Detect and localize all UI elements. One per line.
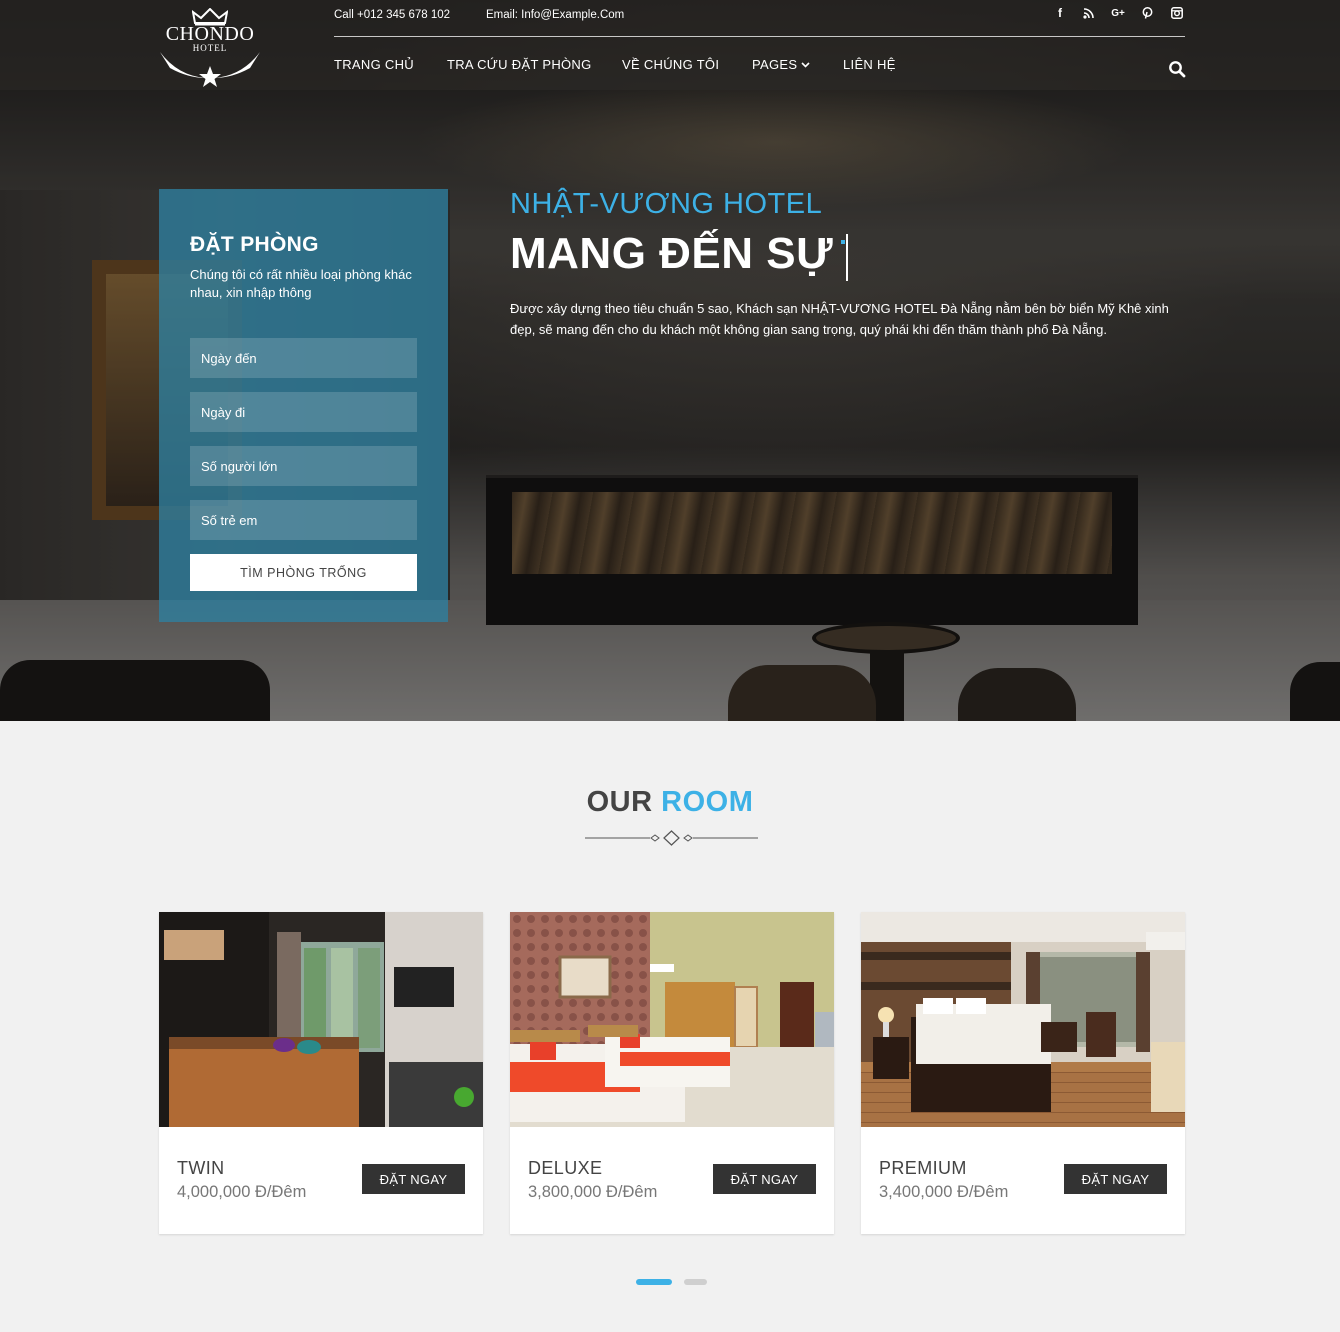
find-room-button[interactable]: TÌM PHÒNG TRỐNG xyxy=(190,554,417,591)
room-card-premium[interactable]: PREMIUM 3,400,000 Đ/Đêm ĐẶT NGAY xyxy=(861,912,1185,1234)
hotel-logo[interactable]: CHONDO HOTEL xyxy=(158,8,262,87)
room-photo-premium[interactable] xyxy=(861,912,1185,1127)
pinterest-icon[interactable] xyxy=(1139,5,1155,21)
google-plus-icon[interactable]: G+ xyxy=(1110,5,1126,21)
instagram-icon[interactable] xyxy=(1169,5,1185,21)
hero-description: Được xây dựng theo tiêu chuẩn 5 sao, Khá… xyxy=(510,301,1169,337)
room-name: PREMIUM xyxy=(879,1158,967,1178)
departure-date-field[interactable] xyxy=(190,392,417,432)
logo-name: CHONDO xyxy=(165,23,255,45)
carousel-dot-active[interactable] xyxy=(636,1279,672,1285)
book-now-button[interactable]: ĐẶT NGAY xyxy=(362,1164,465,1194)
typing-caret-dot xyxy=(841,240,845,244)
booking-title: ĐẶT PHÒNG xyxy=(190,233,319,256)
nav-contact[interactable]: LIÊN HỆ xyxy=(843,57,896,72)
section-title: OUR ROOM xyxy=(0,786,1340,819)
room-name: TWIN xyxy=(177,1158,225,1178)
site-header: CHONDO HOTEL Call +012 345 678 102 Email… xyxy=(0,0,1340,90)
contact-email[interactable]: Email: Info@Example.Com xyxy=(486,9,624,21)
room-card-deluxe[interactable]: DELUXE 3,800,000 Đ/Đêm ĐẶT NGAY xyxy=(510,912,834,1234)
typing-caret xyxy=(846,234,848,281)
room-price: 3,800,000 Đ/Đêm xyxy=(528,1183,658,1201)
room-card-twin[interactable]: TWIN 4,000,000 Đ/Đêm ĐẶT NGAY xyxy=(159,912,483,1234)
booking-panel: ĐẶT PHÒNG Chúng tôi có rất nhiều loại ph… xyxy=(159,189,448,622)
children-field[interactable] xyxy=(190,500,417,540)
room-price: 4,000,000 Đ/Đêm xyxy=(177,1183,307,1201)
hero-title: MANG ĐẾN SỰ xyxy=(510,229,834,278)
booking-description: Chúng tôi có rất nhiều loại phòng khác n… xyxy=(190,267,412,300)
book-now-button[interactable]: ĐẶT NGAY xyxy=(713,1164,816,1194)
room-name: DELUXE xyxy=(528,1158,603,1178)
contact-phone: Call +012 345 678 102 xyxy=(334,9,451,21)
search-icon[interactable] xyxy=(1168,60,1186,78)
nav-booking-lookup[interactable]: TRA CỨU ĐẶT PHÒNG xyxy=(447,57,592,72)
header-divider xyxy=(334,36,1185,37)
nav-pages[interactable]: PAGES xyxy=(752,57,810,72)
facebook-icon[interactable]: f xyxy=(1052,5,1068,21)
section-title-part2: ROOM xyxy=(661,786,754,818)
room-price: 3,400,000 Đ/Đêm xyxy=(879,1183,1009,1201)
nav-home[interactable]: TRANG CHỦ xyxy=(334,57,414,72)
title-divider-icon xyxy=(585,830,758,846)
book-now-button[interactable]: ĐẶT NGAY xyxy=(1064,1164,1167,1194)
adults-field[interactable] xyxy=(190,446,417,486)
rss-icon[interactable] xyxy=(1080,5,1096,21)
star-swoosh-icon xyxy=(160,52,260,87)
hero-subtitle: NHẬT-VƯƠNG HOTEL xyxy=(510,188,823,220)
nav-about[interactable]: VỀ CHÚNG TÔI xyxy=(622,57,719,72)
carousel-dot[interactable] xyxy=(684,1279,707,1285)
chevron-down-icon xyxy=(801,62,810,68)
room-photo-deluxe[interactable] xyxy=(510,912,834,1127)
room-photo-twin[interactable] xyxy=(159,912,483,1127)
section-title-part1: OUR xyxy=(586,786,653,818)
nav-pages-label: PAGES xyxy=(752,57,798,72)
arrival-date-field[interactable] xyxy=(190,338,417,378)
